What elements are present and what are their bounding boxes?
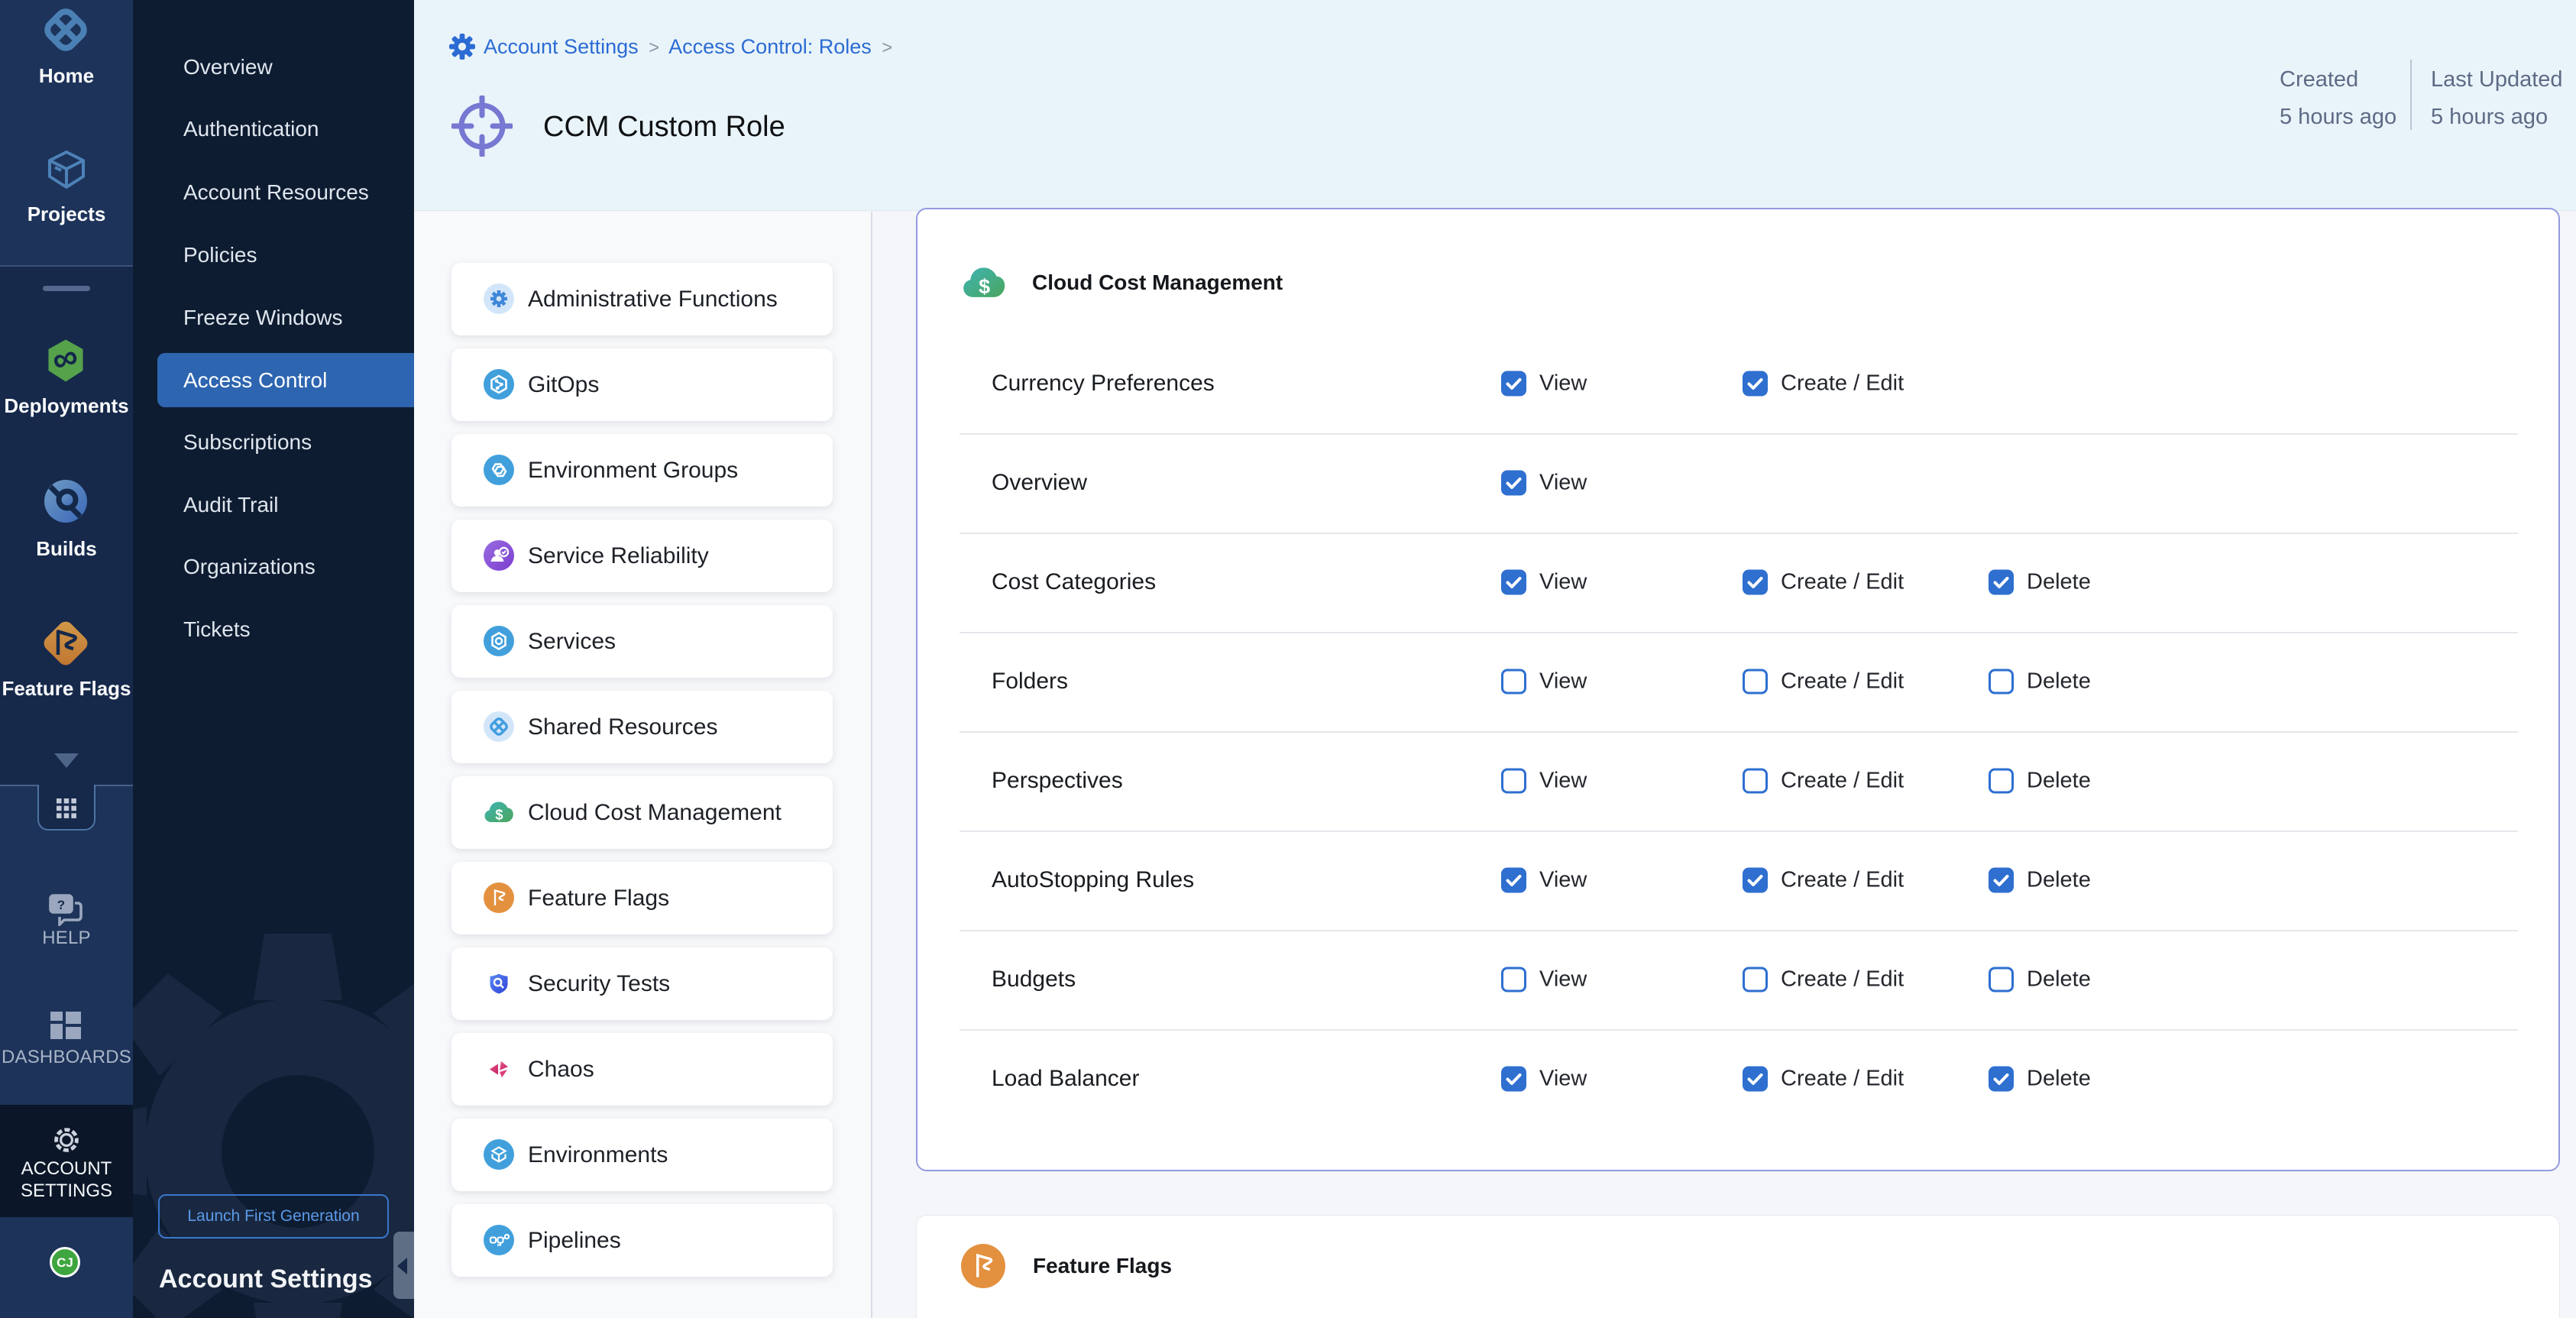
svg-text:$: $ [979, 275, 990, 298]
svg-text:?: ? [57, 898, 65, 912]
svg-text:∞: ∞ [47, 338, 83, 381]
svg-text:$: $ [495, 807, 503, 823]
